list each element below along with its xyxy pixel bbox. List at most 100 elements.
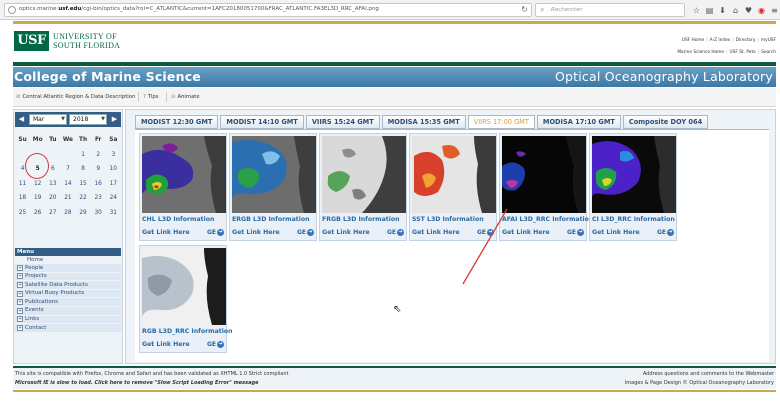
tab-sensor[interactable]: VIIRS 17:00 GMT [467,115,535,129]
animate-link[interactable]: ⊙ Animate [171,94,200,100]
get-link[interactable]: Get Link Here [322,229,370,236]
calendar-day[interactable]: 28 [60,210,75,216]
tab-sensor[interactable]: MODIST 12:30 GMT [135,115,219,129]
browser-search[interactable]: ⌕ Rechercher [535,3,685,17]
google-earth-link[interactable]: GE ➔ [387,229,404,236]
calendar-day[interactable]: 18 [15,195,30,201]
calendar-day[interactable]: 30 [91,210,106,216]
google-earth-link[interactable]: GE ➔ [297,229,314,236]
menu-item[interactable]: + Contact [15,324,121,333]
product-info-link[interactable]: CHL L3D Information [142,216,214,223]
product-thumbnail[interactable] [142,136,226,213]
google-earth-link[interactable]: GE ➔ [567,229,584,236]
side-menu: Menu Home + People + Projects + Satellite Dat… [15,248,121,333]
google-earth-link[interactable]: GE ➔ [657,229,674,236]
product-info-link[interactable]: SST L3D Information [412,216,484,223]
calendar-day[interactable]: 13 [45,181,60,187]
calendar-day[interactable]: 26 [30,210,45,216]
get-link[interactable]: Get Link Here [142,229,190,236]
calendar-day[interactable]: 25 [15,210,30,216]
reload-icon[interactable]: ↻ [521,5,528,14]
usf-logo[interactable]: USF [14,31,49,51]
home-icon[interactable]: ⌂ [731,6,740,15]
tab-sensor[interactable]: VIIRS 15:24 GMT [305,115,380,129]
prev-month-icon[interactable]: ◀ [16,114,27,125]
product-thumbnail[interactable] [232,136,316,213]
calendar-day[interactable]: 10 [106,166,121,172]
product-thumbnail[interactable] [412,136,496,213]
product-info-link[interactable]: ERGB L3D Information [232,216,310,223]
get-link[interactable]: Get Link Here [142,341,190,348]
download-icon[interactable]: ⬇ [718,6,727,15]
month-select[interactable]: Mar ▼ [29,114,67,125]
star-icon[interactable]: ☆ [692,6,701,15]
tab-sensor[interactable]: Composite DOY 064 [622,115,709,129]
calendar-day[interactable]: 9 [91,166,106,172]
tab-sensor[interactable]: MODIST 14:10 GMT [220,115,304,129]
info-icon[interactable] [8,6,16,14]
calendar-dow: We [62,137,73,144]
link-search[interactable]: Search [761,50,776,55]
calendar-day[interactable]: 23 [91,195,106,201]
get-link[interactable]: Get Link Here [502,229,550,236]
get-link[interactable]: Get Link Here [592,229,640,236]
product-thumbnail[interactable] [322,136,406,213]
region-link[interactable]: ⊘ Central Atlantic Region & Data Descript… [16,94,135,100]
google-earth-link[interactable]: GE ➔ [207,229,224,236]
link-myusf[interactable]: myUSF [761,38,776,43]
get-link[interactable]: Get Link Here [232,229,280,236]
calendar-day[interactable]: 15 [76,181,91,187]
extension-icon[interactable]: ◉ [757,6,766,15]
calendar-day[interactable]: 27 [45,210,60,216]
product-thumbnail[interactable] [592,136,676,213]
link-directory[interactable]: Directory [736,38,756,43]
calendar-day[interactable]: 31 [106,210,121,216]
product-thumbnail[interactable] [502,136,586,213]
product-thumbnail[interactable] [142,248,226,325]
link-usf-st-pete[interactable]: USF St. Pete [730,50,756,55]
webmaster-note[interactable]: Address questions and comments to the We… [643,371,774,377]
calendar-day[interactable]: 17 [106,181,121,187]
tab-sensor[interactable]: MODISA 17:10 GMT [536,115,621,129]
product-info-link[interactable]: RGB L3D_RRC Information [142,328,232,335]
calendar-day[interactable]: 22 [76,195,91,201]
ie-note[interactable]: Microsoft IE is slow to load. Click here… [15,380,258,386]
expand-plus-icon: + [17,299,23,306]
get-link[interactable]: Get Link Here [412,229,460,236]
menu-icon[interactable]: ≡ [770,6,779,15]
link-marine-science-home[interactable]: Marine Science Home [677,50,724,55]
college-title[interactable]: College of Marine Science [14,69,201,84]
google-earth-link[interactable]: GE ➔ [477,229,494,236]
calendar-day[interactable]: 24 [106,195,121,201]
pocket-icon[interactable]: ♥ [744,6,753,15]
calendar-day[interactable]: 29 [76,210,91,216]
calendar-day[interactable]: 7 [60,166,75,172]
product-info-link[interactable]: CI L3D_RRC Information [592,216,675,223]
calendar-day[interactable]: 2 [91,152,106,158]
calendar-day[interactable]: 14 [60,181,75,187]
calendar-day[interactable]: 11 [15,181,30,187]
tips-link[interactable]: ? Tips [143,94,158,100]
address-bar[interactable]: optics.marine.usf.edu/cgi-bin/optics_dat… [4,3,532,17]
calendar-day[interactable]: 1 [76,152,91,158]
calendar-day[interactable]: 8 [76,166,91,172]
next-month-icon[interactable]: ▶ [109,114,120,125]
product-info-link[interactable]: AFAI L3D_RRC Information [502,216,593,223]
link-usf-home[interactable]: USF Home [682,38,704,43]
lab-title[interactable]: Optical Oceanography Laboratory [555,69,773,84]
reading-list-icon[interactable]: ▤ [705,6,714,15]
calendar-dow: Sa [109,137,118,144]
calendar-day[interactable]: 21 [60,195,75,201]
calendar-day[interactable]: 12 [30,181,45,187]
calendar-day[interactable]: 19 [30,195,45,201]
tab-sensor[interactable]: MODISA 15:35 GMT [381,115,466,129]
google-earth-link[interactable]: GE ➔ [207,341,224,348]
calendar-day[interactable]: 16 [91,181,106,187]
university-name[interactable]: UNIVERSITY OF SOUTH FLORIDA [53,32,120,50]
calendar-day[interactable]: 3 [106,152,121,158]
link-az-index[interactable]: A-Z Index [710,38,731,43]
calendar-day[interactable]: 20 [45,195,60,201]
product-info-link[interactable]: FRGB L3D Information [322,216,400,223]
year-select[interactable]: 2018 ▼ [69,114,107,125]
image-gallery: CHL L3D Information Get Link Here GE ➔ ERGB … [135,130,769,362]
